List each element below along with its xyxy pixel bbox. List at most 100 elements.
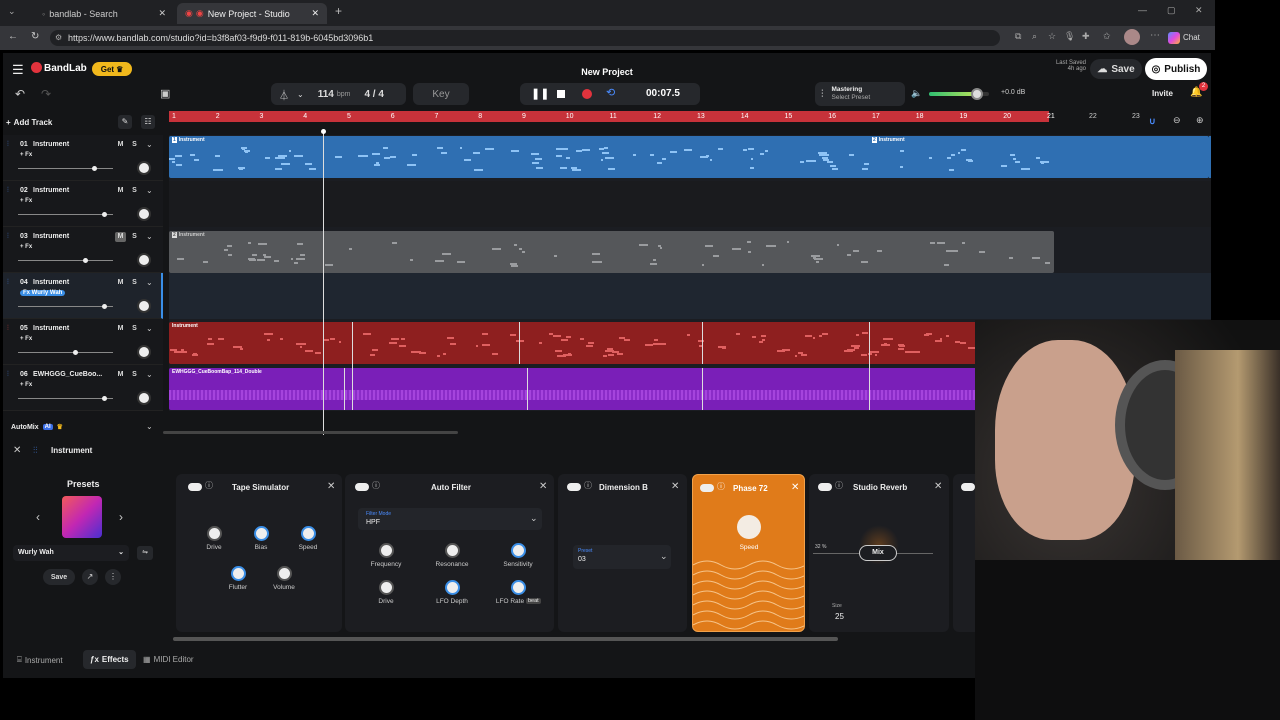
track-lane-4[interactable] <box>169 273 1211 319</box>
add-fx-button[interactable]: + Fx <box>20 336 32 342</box>
track-header-04[interactable]: ⫶ 04 Instrument Fx Wurly Wah M S ⌄ <box>3 273 163 319</box>
track-lane-3[interactable]: 2 Instrument <box>169 227 1211 273</box>
effect-toggle[interactable] <box>567 483 581 491</box>
loop-icon[interactable]: ⟲ <box>606 86 615 99</box>
chevron-down-icon[interactable]: ⌄ <box>146 232 153 241</box>
mute-button[interactable]: M <box>115 324 126 334</box>
track-lane-2[interactable] <box>169 181 1211 227</box>
track-settings-icon[interactable]: ☷ <box>141 115 155 129</box>
url-field[interactable]: ⚙ https://www.bandlab.com/studio?id=b3f8… <box>50 30 1000 46</box>
chevron-down-icon[interactable]: ⌄ <box>146 186 153 195</box>
puzzle-icon[interactable]: ✚ <box>1082 31 1090 42</box>
preset-save-button[interactable]: Save <box>43 569 75 585</box>
info-icon[interactable]: ⓘ <box>835 480 843 491</box>
publish-button[interactable]: ◎ Publish <box>1145 58 1207 80</box>
bpm-value[interactable]: 114 <box>318 89 334 100</box>
tab-instrument[interactable]: ⌸ Instrument <box>17 655 63 665</box>
close-tab-icon[interactable]: ✕ <box>158 8 166 19</box>
add-fx-button[interactable]: + Fx <box>20 198 32 204</box>
invite-button[interactable]: Invite <box>1152 89 1173 98</box>
track-header-05[interactable]: ⫶ 05 Instrument + Fx M S ⌄ <box>3 319 163 365</box>
speed-knob[interactable] <box>737 515 761 539</box>
track-volume-slider[interactable] <box>18 350 113 355</box>
playhead-handle[interactable] <box>321 129 326 134</box>
info-icon[interactable]: ⓘ <box>205 480 213 491</box>
mic-icon[interactable]: 🎙 <box>1064 31 1075 42</box>
tab-bandlab-search[interactable]: ◦ bandlab - Search ✕ <box>34 3 174 24</box>
reload-icon[interactable]: ↻ <box>31 31 39 42</box>
solo-button[interactable]: S <box>129 186 140 196</box>
drive-knob[interactable] <box>207 526 222 541</box>
track-header-01[interactable]: ⫶ 01 Instrument + Fx M S ⌄ <box>3 135 163 181</box>
effect-toggle[interactable] <box>961 483 975 491</box>
midi-clip[interactable]: 2 Instrument <box>169 231 1054 273</box>
chevron-down-icon[interactable]: ⌄ <box>146 278 153 287</box>
pan-knob[interactable] <box>137 207 151 221</box>
mute-button[interactable]: M <box>115 232 126 242</box>
effect-toggle[interactable] <box>700 484 714 492</box>
solo-button[interactable]: S <box>129 140 140 150</box>
effect-toggle[interactable] <box>188 483 202 491</box>
add-track-button[interactable]: + Add Track <box>6 115 81 129</box>
remove-effect-icon[interactable]: ✕ <box>791 482 799 493</box>
pan-knob[interactable] <box>137 299 151 313</box>
speaker-icon[interactable]: 🔈 <box>911 88 922 99</box>
volume-knob[interactable] <box>277 566 292 581</box>
slider-thumb[interactable] <box>101 396 107 401</box>
track-name[interactable]: EWHGGG_CueBoo... <box>33 371 103 378</box>
horizontal-scrollbar[interactable] <box>163 431 458 434</box>
add-fx-button[interactable]: + Fx <box>20 382 32 388</box>
slider-thumb[interactable] <box>101 304 107 309</box>
mute-button[interactable]: M <box>115 186 126 196</box>
mix-knob-label[interactable]: Mix <box>859 545 897 561</box>
sensitivity-knob[interactable] <box>511 543 526 558</box>
zoom-out-icon[interactable]: ⊖ <box>1173 115 1181 126</box>
beat-sync-badge[interactable]: beat <box>526 598 541 604</box>
stop-icon[interactable] <box>557 90 565 98</box>
chevron-down-icon[interactable]: ⌄ <box>146 324 153 333</box>
undo-icon[interactable]: ↶ <box>15 87 25 101</box>
record-icon[interactable] <box>582 89 592 99</box>
flutter-knob[interactable] <box>231 566 246 581</box>
track-name[interactable]: Instrument <box>33 233 103 240</box>
bias-knob[interactable] <box>254 526 269 541</box>
track-volume-slider[interactable] <box>18 304 113 309</box>
mute-button[interactable]: M <box>115 370 126 380</box>
close-panel-icon[interactable]: ✕ <box>13 445 21 456</box>
pause-icon[interactable]: ❚❚ <box>531 87 549 100</box>
tab-midi-editor[interactable]: ▦ MIDI Editor <box>143 655 194 664</box>
edit-tool-icon[interactable]: ✎ <box>118 115 132 129</box>
tab-new-project[interactable]: ◉ ◉ New Project - Studio ✕ <box>177 3 327 24</box>
close-window-icon[interactable]: ✕ <box>1195 5 1203 16</box>
track-header-02[interactable]: ⫶ 02 Instrument + Fx M S ⌄ <box>3 181 163 227</box>
track-header-06[interactable]: ⫶ 06 EWHGGG_CueBoo... + Fx M S ⌄ <box>3 365 163 411</box>
track-volume-slider[interactable] <box>18 258 113 263</box>
track-volume-slider[interactable] <box>18 396 113 401</box>
snap-magnet-icon[interactable]: ∪ <box>1149 116 1156 127</box>
prev-preset-icon[interactable]: ‹ <box>36 510 40 524</box>
track-lane-1[interactable]: 1 Instrument 2 Instrument <box>169 135 1211 181</box>
time-signature[interactable]: 4 / 4 <box>364 89 383 100</box>
pan-knob[interactable] <box>137 161 151 175</box>
playhead-line[interactable] <box>323 129 324 435</box>
tab-effects[interactable]: ƒx Effects <box>83 650 136 669</box>
track-header-03[interactable]: ⫶ 03 Instrument + Fx M S ⌄ <box>3 227 163 273</box>
more-menu-icon[interactable]: ⋯ <box>1150 30 1160 41</box>
remove-effect-icon[interactable]: ✕ <box>327 481 335 492</box>
frequency-knob[interactable] <box>379 543 394 558</box>
slider-thumb[interactable] <box>82 258 88 263</box>
metronome-icon[interactable]: ⏃ <box>279 87 289 102</box>
lfo-depth-knob[interactable] <box>445 580 460 595</box>
master-volume-slider[interactable] <box>929 88 989 100</box>
zoom-icon[interactable]: ⌕ <box>1032 31 1037 42</box>
add-fx-button[interactable]: + Fx <box>20 244 32 250</box>
close-tab-icon[interactable]: ✕ <box>311 8 319 19</box>
track-name[interactable]: Instrument <box>33 141 103 148</box>
mastering-button[interactable]: ⫶ Mastering Select Preset <box>815 82 905 106</box>
minimize-icon[interactable]: — <box>1138 5 1147 15</box>
bookmark-star-icon[interactable]: ☆ <box>1048 31 1056 42</box>
track-name[interactable]: Instrument <box>33 325 103 332</box>
solo-button[interactable]: S <box>129 370 140 380</box>
track-name[interactable]: Instrument <box>33 279 103 286</box>
chevron-down-icon[interactable]: ⌄ <box>146 370 153 379</box>
